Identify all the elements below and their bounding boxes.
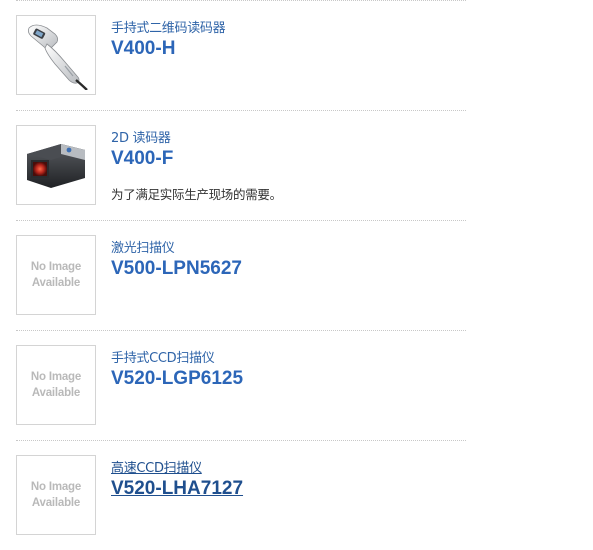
product-model-link[interactable]: V400-F <box>111 148 173 170</box>
product-thumbnail[interactable]: No Image Available <box>16 345 96 425</box>
product-model-link[interactable]: V520-LGP6125 <box>111 368 243 390</box>
no-image-placeholder: No Image Available <box>31 369 81 401</box>
product-category[interactable]: 手持式CCD扫描仪 <box>111 347 215 366</box>
product-row: 2D 读码器 V400-F 为了满足实际生产现场的需要。 <box>16 110 466 221</box>
available-label: Available <box>31 277 81 289</box>
product-row: 手持式二维码读码器 V400-H <box>16 0 466 111</box>
product-thumbnail[interactable]: No Image Available <box>16 455 96 535</box>
product-thumbnail[interactable] <box>16 15 96 95</box>
product-row: No Image Available 高速CCD扫描仪 V520-LHA7127 <box>16 440 466 550</box>
no-image-label: No Image <box>30 261 82 273</box>
product-category[interactable]: 激光扫描仪 <box>111 237 175 256</box>
product-thumbnail[interactable]: No Image Available <box>16 235 96 315</box>
product-list: 手持式二维码读码器 V400-H 2D 读码器 V400-F 为了满足实际生产现… <box>0 0 593 550</box>
fixed-reader-image <box>27 144 85 188</box>
product-row: No Image Available 激光扫描仪 V500-LPN5627 <box>16 220 466 331</box>
product-description: 为了满足实际生产现场的需要。 <box>111 187 282 202</box>
product-category[interactable]: 2D 读码器 <box>111 127 171 146</box>
no-image-placeholder: No Image Available <box>31 479 81 511</box>
product-model-link[interactable]: V500-LPN5627 <box>111 258 242 280</box>
no-image-placeholder: No Image Available <box>31 259 81 291</box>
handheld-scanner-image <box>27 24 88 90</box>
no-image-label: No Image <box>30 481 82 493</box>
no-image-label: No Image <box>30 371 82 383</box>
product-row: No Image Available 手持式CCD扫描仪 V520-LGP612… <box>16 330 466 441</box>
product-category[interactable]: 高速CCD扫描仪 <box>111 457 202 476</box>
product-model-link[interactable]: V520-LHA7127 <box>111 478 243 500</box>
product-category[interactable]: 手持式二维码读码器 <box>111 17 226 36</box>
available-label: Available <box>31 387 81 399</box>
product-model-link[interactable]: V400-H <box>111 38 175 60</box>
product-thumbnail[interactable] <box>16 125 96 205</box>
available-label: Available <box>31 497 81 509</box>
